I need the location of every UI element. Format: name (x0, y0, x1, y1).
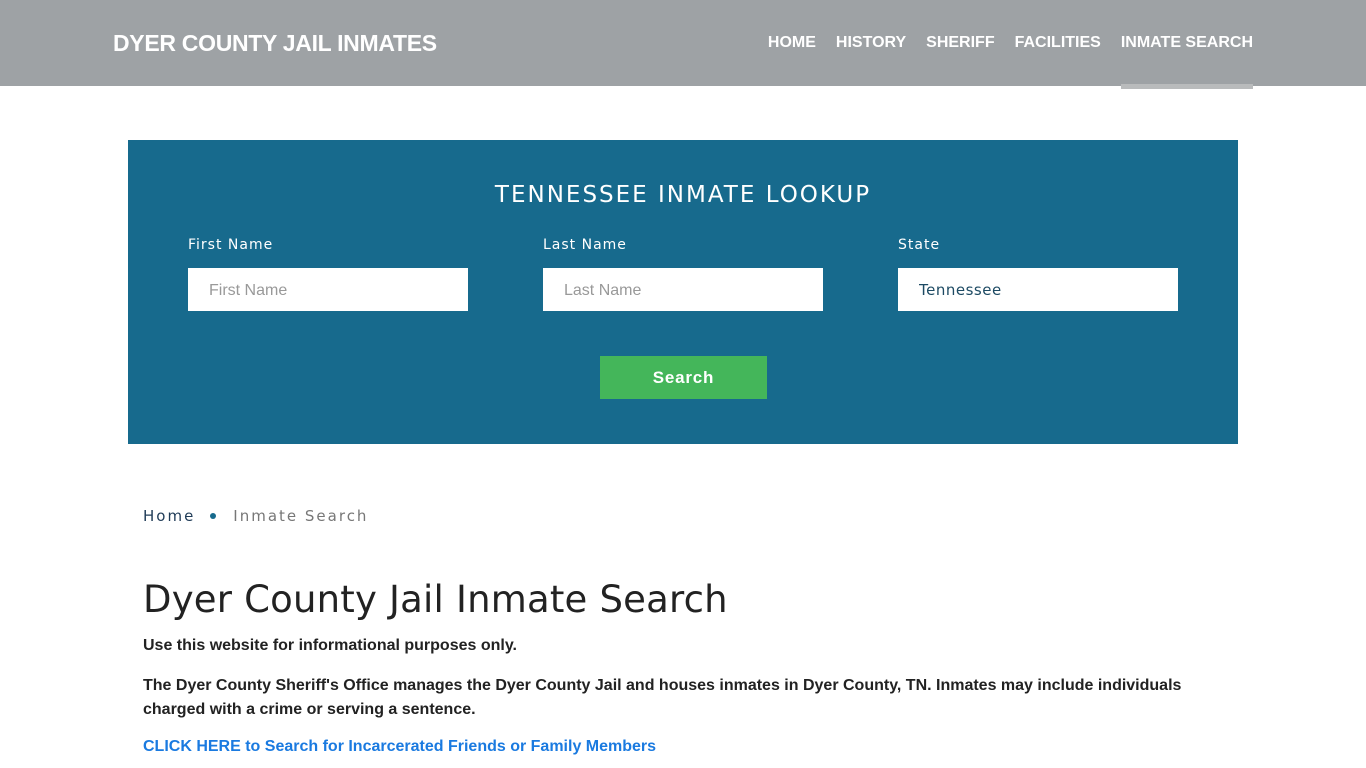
search-button[interactable]: Search (600, 356, 767, 399)
page-title: Dyer County Jail Inmate Search (143, 578, 728, 621)
state-label: State (898, 237, 941, 253)
breadcrumb: Home Inmate Search (143, 507, 368, 525)
last-name-label: Last Name (543, 237, 627, 253)
breadcrumb-current: Inmate Search (233, 507, 369, 525)
breadcrumb-home[interactable]: Home (143, 507, 195, 525)
lookup-title: TENNESSEE INMATE LOOKUP (494, 182, 872, 208)
state-input[interactable] (898, 268, 1178, 311)
state-group: State (898, 237, 1178, 311)
nav-history[interactable]: HISTORY (836, 0, 906, 89)
search-incarcerated-link[interactable]: CLICK HERE to Search for Incarcerated Fr… (143, 738, 656, 756)
last-name-input[interactable] (543, 268, 823, 311)
main-nav: HOME HISTORY SHERIFF FACILITIES INMATE S… (768, 0, 1254, 89)
first-name-group: First Name (188, 237, 468, 311)
breadcrumb-separator-dot-icon (210, 513, 217, 519)
first-name-label: First Name (188, 237, 274, 253)
first-name-input[interactable] (188, 268, 468, 311)
last-name-group: Last Name (543, 237, 823, 311)
site-logo-link[interactable]: DYER COUNTY JAIL INMATES (113, 30, 437, 57)
site-header: DYER COUNTY JAIL INMATES HOME HISTORY SH… (0, 0, 1366, 89)
nav-facilities[interactable]: FACILITIES (1015, 0, 1101, 89)
description-text: The Dyer County Sheriff's Office manages… (143, 677, 1182, 718)
nav-inmate-search[interactable]: INMATE SEARCH (1120, 0, 1254, 89)
nav-home[interactable]: HOME (768, 0, 816, 89)
disclaimer-text: Use this website for informational purpo… (143, 637, 517, 654)
nav-sheriff[interactable]: SHERIFF (926, 0, 994, 89)
